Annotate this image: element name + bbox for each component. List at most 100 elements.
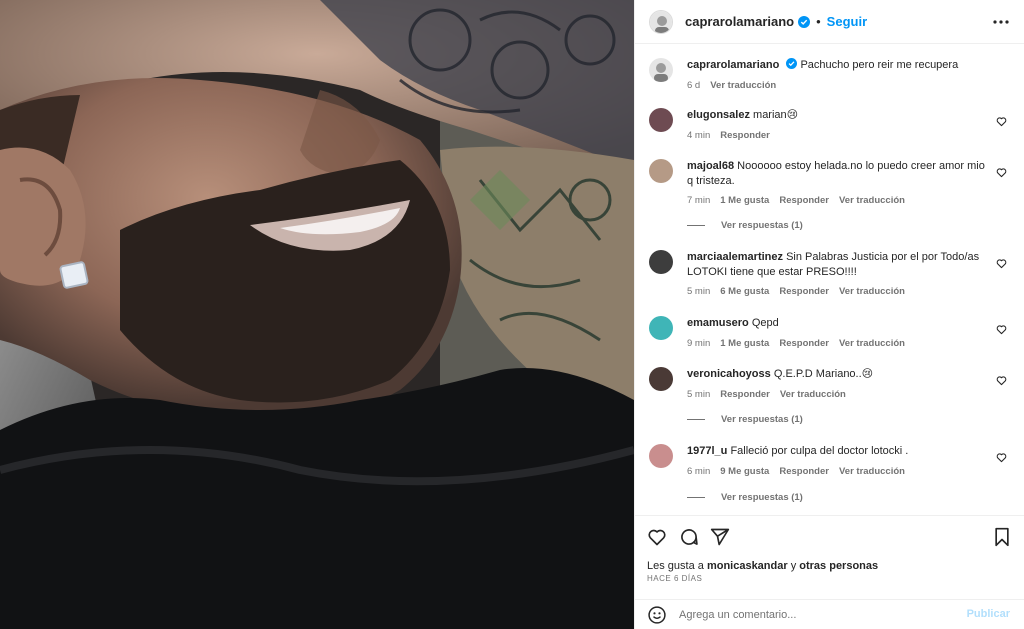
reply-button[interactable]: Responder (720, 389, 770, 400)
comment-item: veronicahoyoss Q.E.P.D Mariano..😢 5 min … (649, 367, 1011, 437)
publish-button[interactable]: Publicar (967, 608, 1010, 620)
translate-button[interactable]: Ver traducción (839, 286, 905, 297)
view-replies-button[interactable]: Ver respuestas (1) (687, 492, 803, 503)
comment-avatar[interactable] (649, 250, 673, 274)
heart-icon[interactable] (996, 116, 1007, 127)
reply-button[interactable]: Responder (779, 195, 829, 206)
caption-time[interactable]: 6 d (687, 80, 700, 91)
post-photo[interactable] (0, 0, 634, 629)
view-replies-label: Ver respuestas (1) (721, 414, 803, 425)
caption-translate-button[interactable]: Ver traducción (710, 80, 776, 91)
comment-time[interactable]: 5 min (687, 389, 710, 400)
view-replies-button[interactable]: Ver respuestas (1) (687, 414, 803, 425)
translate-button[interactable]: Ver traducción (839, 338, 905, 349)
comment-username[interactable]: marciaalemartinez (687, 251, 783, 263)
post-date[interactable]: HACE 6 DÍAS (647, 574, 702, 583)
comment-text-line: emamusero Qepd (687, 316, 987, 331)
comment-avatar[interactable] (649, 159, 673, 183)
comment-likes[interactable]: 1 Me gusta (720, 195, 769, 206)
comment-text-line: majoal68 Noooooo estoy helada.no lo pued… (687, 159, 987, 188)
reply-button[interactable]: Responder (779, 338, 829, 349)
comment-body: 1977l_u Falleció por culpa del doctor lo… (687, 444, 987, 477)
post-caption: caprarolamariano Pachucho pero reir me r… (649, 58, 1011, 98)
comment-meta: 7 min 1 Me gusta Responder Ver traducció… (687, 195, 987, 206)
comment-meta: 9 min 1 Me gusta Responder Ver traducció… (687, 338, 987, 349)
reply-button[interactable]: Responder (779, 466, 829, 477)
comment-text: Q.E.P.D Mariano..😢 (773, 368, 874, 380)
heart-icon[interactable] (996, 167, 1007, 178)
caption-avatar[interactable] (649, 58, 673, 82)
comment-avatar[interactable] (649, 444, 673, 468)
comment-time[interactable]: 9 min (687, 338, 710, 349)
comment-text-line: elugonsalez marian😢 (687, 108, 987, 123)
comment-item: 1977l_u Falleció por culpa del doctor lo… (649, 444, 1011, 514)
caption-text: Pachucho pero reir me recupera (800, 59, 959, 71)
post-photo-image (0, 0, 634, 629)
comment-icon[interactable] (679, 527, 699, 547)
comment-username[interactable]: veronicahoyoss (687, 368, 771, 380)
comment-composer: Publicar (635, 599, 1024, 629)
comment-username[interactable]: emamusero (687, 317, 749, 329)
comment-time[interactable]: 4 min (687, 130, 710, 141)
comment-body: majoal68 Noooooo estoy helada.no lo pued… (687, 159, 987, 206)
follow-button[interactable]: Seguir (827, 14, 867, 29)
comment-body: marciaalemartinez Sin Palabras Justicia … (687, 250, 987, 297)
comment-text: Qepd (751, 317, 779, 329)
author-avatar[interactable] (649, 9, 673, 34)
comment-likes[interactable]: 6 Me gusta (720, 286, 769, 297)
emoji-icon[interactable] (647, 605, 667, 625)
heart-icon[interactable] (996, 375, 1007, 386)
caption-body: caprarolamariano Pachucho pero reir me r… (687, 58, 987, 91)
translate-button[interactable]: Ver traducción (780, 389, 846, 400)
comment-meta: 5 min Responder Ver traducción (687, 389, 987, 400)
comment-avatar[interactable] (649, 316, 673, 340)
comment-text-line: marciaalemartinez Sin Palabras Justicia … (687, 250, 987, 279)
likes-user[interactable]: monicaskandar (707, 560, 788, 572)
comment-username[interactable]: majoal68 (687, 160, 734, 172)
likes-others[interactable]: otras personas (799, 560, 878, 572)
comment-time[interactable]: 5 min (687, 286, 710, 297)
caption-avatar-image (649, 58, 673, 82)
caption-username[interactable]: caprarolamariano (687, 59, 779, 71)
translate-button[interactable]: Ver traducción (839, 195, 905, 206)
author-username[interactable]: caprarolamariano (685, 14, 794, 29)
post-modal: caprarolamariano • Seguir caprarolamaria… (0, 0, 1024, 629)
likes-summary: Les gusta a monicaskandar y otras person… (647, 560, 878, 572)
comment-text: Falleció por culpa del doctor lotocki . (730, 445, 909, 457)
comment-item: elugonsalez marian😢 4 min Responder (649, 108, 1011, 148)
heart-icon[interactable] (996, 258, 1007, 269)
comment-text-line: veronicahoyoss Q.E.P.D Mariano..😢 (687, 367, 987, 382)
comment-text-line: 1977l_u Falleció por culpa del doctor lo… (687, 444, 987, 459)
share-icon[interactable] (710, 527, 730, 547)
comment-text: marian😢 (753, 109, 799, 121)
comment-username[interactable]: elugonsalez (687, 109, 750, 121)
reply-button[interactable]: Responder (720, 130, 770, 141)
comment-time[interactable]: 7 min (687, 195, 710, 206)
comment-meta: 6 min 9 Me gusta Responder Ver traducció… (687, 466, 987, 477)
likes-prefix: Les gusta a (647, 560, 704, 572)
comment-username[interactable]: 1977l_u (687, 445, 727, 457)
comment-likes[interactable]: 1 Me gusta (720, 338, 769, 349)
more-horizontal-icon[interactable] (992, 13, 1010, 31)
view-replies-label: Ver respuestas (1) (721, 220, 803, 231)
comment-meta: 4 min Responder (687, 130, 987, 141)
comment-input[interactable] (679, 609, 949, 621)
comment-avatar[interactable] (649, 108, 673, 132)
replies-line (687, 419, 705, 420)
caption-text-line: caprarolamariano Pachucho pero reir me r… (687, 58, 987, 73)
comment-time[interactable]: 6 min (687, 466, 710, 477)
comments-list[interactable]: caprarolamariano Pachucho pero reir me r… (635, 44, 1024, 514)
comment-likes[interactable]: 9 Me gusta (720, 466, 769, 477)
heart-icon[interactable] (996, 452, 1007, 463)
translate-button[interactable]: Ver traducción (839, 466, 905, 477)
reply-button[interactable]: Responder (779, 286, 829, 297)
replies-line (687, 225, 705, 226)
header-separator: • (816, 14, 821, 29)
heart-icon[interactable] (647, 527, 667, 547)
heart-icon[interactable] (996, 324, 1007, 335)
view-replies-button[interactable]: Ver respuestas (1) (687, 220, 803, 231)
bookmark-icon[interactable] (992, 527, 1012, 547)
post-sidebar: caprarolamariano • Seguir caprarolamaria… (634, 0, 1024, 629)
comment-avatar[interactable] (649, 367, 673, 391)
post-header: caprarolamariano • Seguir (635, 0, 1024, 44)
